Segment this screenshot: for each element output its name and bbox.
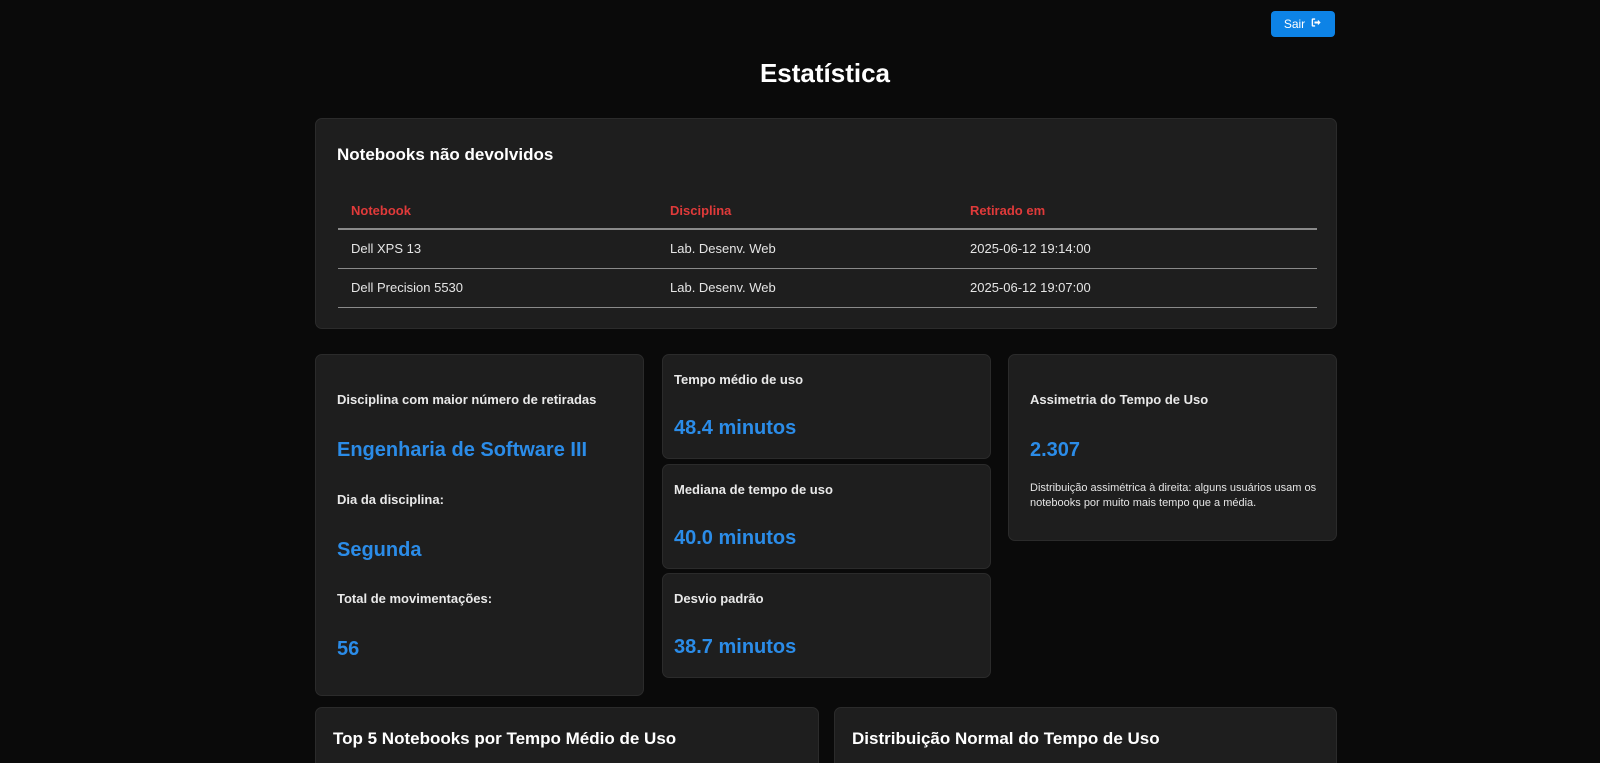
top-discipline-label: Disciplina com maior número de retiradas (337, 392, 597, 407)
distribution-chart-card: Distribuição Normal do Tempo de Uso (834, 707, 1337, 763)
skewness-description: Distribuição assimétrica à direita: algu… (1030, 482, 1317, 509)
top-discipline-value: Engenharia de Software III (337, 439, 588, 461)
unreturned-notebooks-card: Notebooks não devolvidos Notebook Discip… (315, 118, 1337, 329)
cell-disciplina: Lab. Desenv. Web (657, 229, 957, 269)
median-usage-label: Mediana de tempo de uso (674, 482, 833, 497)
median-usage-value: 40.0 minutos (674, 527, 797, 549)
cell-retirado: 2025-06-12 19:07:00 (957, 268, 1317, 308)
discipline-day-value: Segunda (337, 539, 422, 561)
cell-retirado: 2025-06-12 19:14:00 (957, 229, 1317, 269)
std-dev-card: Desvio padrão 38.7 minutos (662, 573, 991, 678)
top5-chart-card: Top 5 Notebooks por Tempo Médio de Uso (315, 707, 819, 763)
table-row: Dell Precision 5530 Lab. Desenv. Web 202… (338, 268, 1317, 308)
unreturned-table: Notebook Disciplina Retirado em Dell XPS… (338, 193, 1317, 308)
table-header-row: Notebook Disciplina Retirado em (338, 193, 1317, 230)
discipline-day-label: Dia da disciplina: (337, 492, 444, 507)
column-header-notebook: Notebook (338, 193, 657, 230)
skewness-card: Assimetria do Tempo de Uso 2.307 Distrib… (1008, 354, 1337, 541)
total-movements-label: Total de movimentações: (337, 591, 493, 606)
top5-chart-title: Top 5 Notebooks por Tempo Médio de Uso (333, 729, 677, 748)
std-dev-label: Desvio padrão (674, 591, 764, 606)
table-row: Dell XPS 13 Lab. Desenv. Web 2025-06-12 … (338, 229, 1317, 269)
discipline-stats-card: Disciplina com maior número de retiradas… (315, 354, 644, 696)
cell-notebook: Dell Precision 5530 (338, 268, 657, 308)
total-movements-value: 56 (337, 638, 360, 660)
logout-label: Sair (1283, 17, 1306, 31)
column-header-retirado: Retirado em (957, 193, 1317, 230)
median-usage-card: Mediana de tempo de uso 40.0 minutos (662, 464, 991, 569)
distribution-chart-title: Distribuição Normal do Tempo de Uso (852, 729, 1160, 748)
page-title: Estatística (759, 58, 891, 88)
mean-usage-card: Tempo médio de uso 48.4 minutos (662, 354, 991, 459)
skewness-value: 2.307 (1030, 439, 1081, 461)
mean-usage-value: 48.4 minutos (674, 417, 797, 439)
sign-out-icon (1311, 17, 1322, 31)
column-header-disciplina: Disciplina (657, 193, 957, 230)
unreturned-title: Notebooks não devolvidos (337, 145, 554, 164)
std-dev-value: 38.7 minutos (674, 636, 797, 658)
cell-disciplina: Lab. Desenv. Web (657, 268, 957, 308)
skewness-label: Assimetria do Tempo de Uso (1030, 392, 1209, 407)
cell-notebook: Dell XPS 13 (338, 229, 657, 269)
mean-usage-label: Tempo médio de uso (674, 372, 804, 387)
logout-button[interactable]: Sair (1271, 11, 1335, 37)
